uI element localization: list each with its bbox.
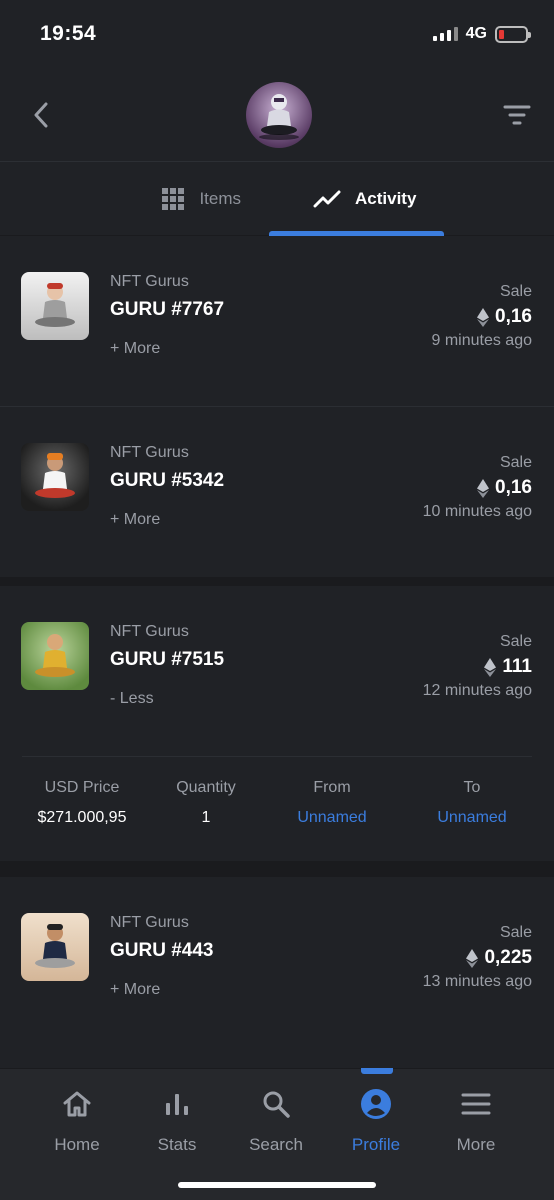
- activity-item[interactable]: NFT Gurus GURU #5342 + More Sale 0,16 10…: [0, 407, 554, 586]
- price-value: 0,16: [495, 477, 532, 498]
- tab-items-label: Items: [199, 188, 241, 208]
- chevron-left-icon: [34, 102, 48, 127]
- nft-thumbnail: [21, 272, 89, 340]
- filter-icon: [503, 105, 531, 124]
- price: 0,16: [477, 477, 532, 499]
- guru-image-icon: [35, 453, 75, 498]
- nav-search[interactable]: Search: [226, 1087, 326, 1155]
- usd-price-value: $271.000,95: [37, 809, 127, 826]
- nav-more-label: More: [456, 1135, 496, 1154]
- divider: [0, 577, 554, 586]
- nav-search-label: Search: [249, 1135, 303, 1154]
- battery-icon: [495, 25, 531, 43]
- activity-item[interactable]: NFT Gurus GURU #443 + More Sale 0,225 13…: [0, 877, 554, 1057]
- ethereum-icon: [477, 307, 490, 327]
- price: 111: [484, 656, 532, 678]
- event-type: Sale: [499, 454, 532, 471]
- collection-name: NFT Gurus: [110, 623, 189, 640]
- ethereum-icon: [484, 657, 497, 677]
- guru-image-icon: [35, 924, 75, 968]
- home-indicator: [178, 1182, 376, 1188]
- price: 0,16: [477, 306, 532, 328]
- signal-icon: [432, 27, 458, 41]
- price-value: 111: [502, 656, 532, 677]
- nft-name[interactable]: GURU #7515: [110, 649, 224, 671]
- profile-icon: [361, 1089, 391, 1119]
- meditating-guru-avatar-icon: [259, 93, 299, 140]
- less-toggle[interactable]: - Less: [110, 690, 154, 708]
- nft-thumbnail: [21, 622, 89, 690]
- bottom-nav: Home Stats Search Profile More: [0, 1068, 554, 1200]
- more-toggle[interactable]: + More: [110, 981, 160, 999]
- nft-name[interactable]: GURU #7767: [110, 299, 224, 321]
- nav-profile-label: Profile: [351, 1135, 401, 1154]
- filter-button[interactable]: [502, 100, 532, 130]
- sale-details: USD Price $271.000,95 Quantity 1 From Un…: [22, 756, 532, 861]
- divider: [0, 861, 554, 877]
- profile-avatar[interactable]: [246, 81, 312, 148]
- nav-stats-label: Stats: [157, 1135, 197, 1154]
- network-type: 4G: [465, 25, 487, 42]
- nav-home-label: Home: [54, 1135, 100, 1154]
- back-button[interactable]: [26, 100, 56, 130]
- more-toggle[interactable]: + More: [110, 340, 160, 358]
- guru-image-icon: [35, 283, 75, 327]
- price-value: 0,16: [495, 306, 532, 327]
- status-indicators: 4G: [432, 25, 531, 43]
- ethereum-icon: [466, 948, 479, 968]
- nav-home[interactable]: Home: [27, 1087, 127, 1155]
- tab-items[interactable]: Items: [0, 162, 277, 235]
- guru-image-icon: [35, 634, 75, 677]
- activity-item-expanded[interactable]: NFT Gurus GURU #7515 - Less Sale 111 12 …: [0, 586, 554, 877]
- quantity-label: Quantity: [176, 779, 236, 796]
- nav-stats[interactable]: Stats: [127, 1087, 227, 1155]
- stats-icon: [166, 1094, 188, 1115]
- time-ago: 12 minutes ago: [422, 682, 532, 699]
- search-icon: [263, 1091, 290, 1118]
- status-time: 19:54: [40, 22, 97, 45]
- nav-more[interactable]: More: [426, 1087, 526, 1155]
- from-label: From: [313, 779, 351, 796]
- nft-thumbnail: [21, 443, 89, 511]
- time-ago: 13 minutes ago: [422, 973, 532, 990]
- usd-price-label: USD Price: [44, 779, 120, 796]
- active-nav-indicator: [361, 1068, 393, 1074]
- header: [0, 68, 554, 162]
- usd-price-column: USD Price $271.000,95: [22, 779, 142, 827]
- grid-icon: [162, 187, 185, 210]
- tab-activity[interactable]: Activity: [277, 162, 554, 235]
- collection-name: NFT Gurus: [110, 914, 189, 931]
- nft-name[interactable]: GURU #443: [110, 940, 214, 962]
- price: 0,225: [466, 947, 532, 969]
- event-type: Sale: [499, 283, 532, 300]
- from-link[interactable]: Unnamed: [277, 809, 387, 827]
- tab-activity-label: Activity: [355, 188, 417, 208]
- time-ago: 9 minutes ago: [431, 332, 532, 349]
- time-ago: 10 minutes ago: [422, 503, 532, 520]
- more-toggle[interactable]: + More: [110, 511, 160, 529]
- tabs: Items Activity: [0, 162, 554, 236]
- collection-name: NFT Gurus: [110, 273, 189, 290]
- nft-thumbnail: [21, 913, 89, 981]
- activity-item[interactable]: NFT Gurus GURU #7767 + More Sale 0,16 9 …: [0, 236, 554, 407]
- trending-up-icon: [313, 190, 341, 207]
- price-value: 0,225: [484, 947, 532, 968]
- event-type: Sale: [499, 633, 532, 650]
- from-column: From Unnamed: [277, 779, 387, 827]
- nav-profile[interactable]: Profile: [326, 1087, 426, 1155]
- status-bar: 19:54 4G: [0, 0, 554, 68]
- nft-name[interactable]: GURU #5342: [110, 470, 224, 492]
- quantity-column: Quantity 1: [156, 779, 256, 827]
- menu-icon: [461, 1093, 491, 1115]
- to-column: To Unnamed: [417, 779, 527, 827]
- activity-list: NFT Gurus GURU #7767 + More Sale 0,16 9 …: [0, 236, 554, 1057]
- event-type: Sale: [499, 924, 532, 941]
- ethereum-icon: [477, 478, 490, 498]
- quantity-value: 1: [201, 809, 211, 826]
- home-icon: [63, 1091, 91, 1117]
- to-link[interactable]: Unnamed: [417, 809, 527, 827]
- collection-name: NFT Gurus: [110, 444, 189, 461]
- to-label: To: [463, 779, 481, 796]
